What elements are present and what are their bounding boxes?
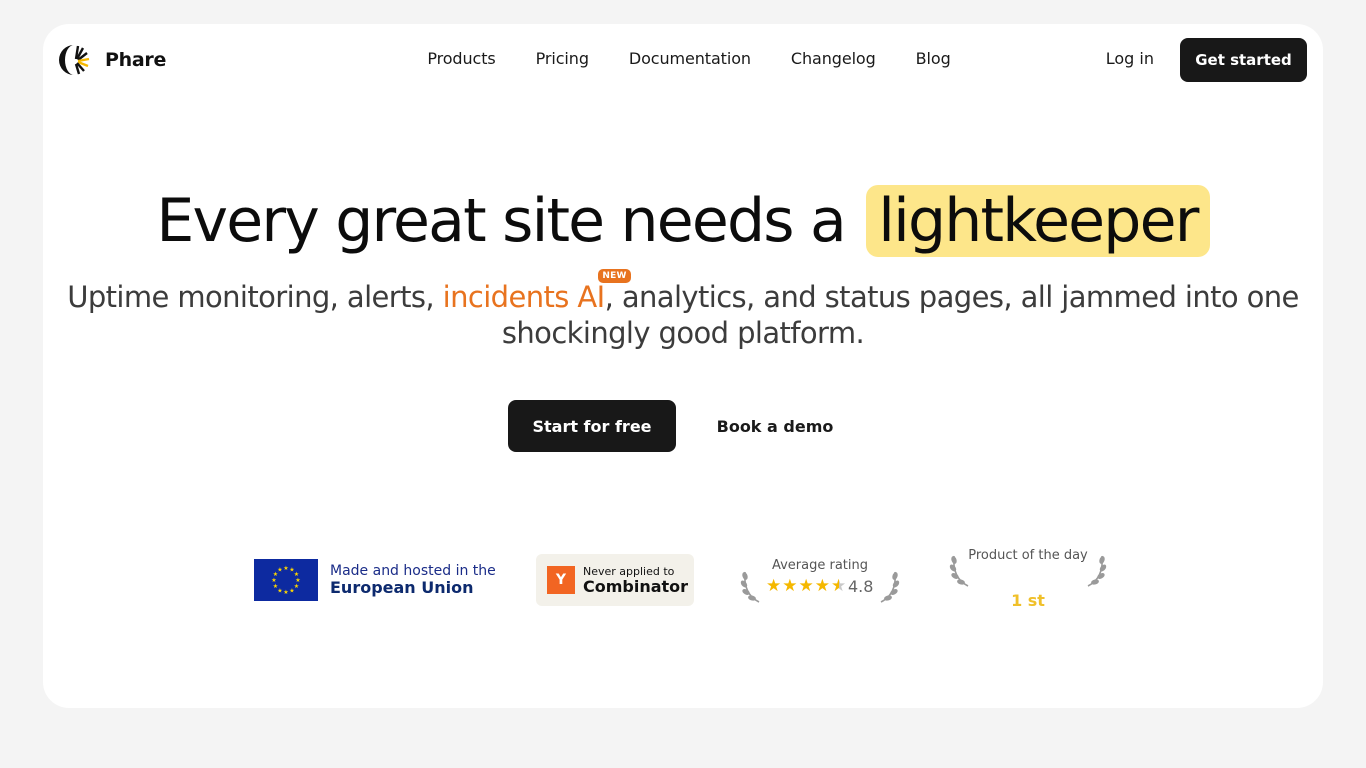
nav-link-pricing[interactable]: Pricing (516, 49, 609, 69)
nav-link-products[interactable]: Products (407, 49, 515, 69)
yc-badge-line2: Combinator (583, 576, 689, 596)
book-demo-button[interactable]: Book a demo (692, 400, 858, 452)
hero-card: Phare Products Pricing Documentation Cha… (43, 24, 1323, 708)
star-icon: ★ (782, 576, 798, 596)
headline-prefix: Every great site needs a (156, 186, 846, 256)
hero-headline: Every great site needs a lightkeeper (43, 181, 1323, 261)
eu-badge: ★ ★ ★ ★ ★ ★ ★ ★ ★ ★ ★ ★ Made and hosted … (254, 559, 496, 601)
yc-badge: Y Never applied to Combinator (536, 554, 694, 606)
nav-links: Products Pricing Documentation Changelog… (407, 49, 970, 69)
product-of-day-label: Product of the day (968, 548, 1088, 563)
product-of-day-rank: 1 st (1011, 591, 1045, 610)
lighthouse-beam-icon (59, 45, 90, 75)
star-icon: ★ (814, 576, 830, 596)
nav-link-documentation[interactable]: Documentation (609, 49, 771, 69)
product-of-day-badge: Product of the day 1 st (948, 548, 1108, 618)
rating-value: 4.8 (848, 577, 874, 596)
eu-badge-line2: European Union (330, 578, 474, 597)
headline-highlight: lightkeeper (866, 185, 1210, 257)
incidents-ai-text: incidents AI (442, 280, 606, 314)
incidents-ai-link[interactable]: incidents AI NEW (442, 269, 631, 314)
eu-badge-line1: Made and hosted in the (330, 563, 496, 579)
svg-text:★: ★ (289, 588, 294, 595)
subline-part2: , analytics, and status pages, all jamme… (501, 280, 1300, 350)
login-link[interactable]: Log in (1106, 49, 1154, 68)
svg-text:★: ★ (277, 567, 282, 574)
rating-label: Average rating (771, 558, 869, 573)
subline-part1: Uptime monitoring, alerts, (67, 280, 443, 314)
star-rating: ★ ★ ★ ★ ★ (766, 576, 846, 596)
trust-badges: ★ ★ ★ ★ ★ ★ ★ ★ ★ ★ ★ ★ Made and hosted … (43, 548, 1323, 618)
brand-logo[interactable]: Phare (58, 43, 166, 77)
svg-text:★: ★ (273, 583, 278, 590)
rating-badge: Average rating ★ ★ ★ ★ ★ 4.8 (739, 558, 901, 608)
half-star-icon: ★ (831, 576, 847, 596)
nav-link-blog[interactable]: Blog (896, 49, 971, 69)
star-icon: ★ (798, 576, 814, 596)
yc-badge-line1: Never applied to (583, 564, 675, 578)
svg-text:★: ★ (283, 565, 288, 572)
eu-flag-icon: ★ ★ ★ ★ ★ ★ ★ ★ ★ ★ ★ ★ (254, 559, 318, 601)
get-started-button[interactable]: Get started (1180, 38, 1307, 82)
new-badge: NEW (598, 269, 631, 283)
start-for-free-button[interactable]: Start for free (508, 400, 676, 452)
svg-text:★: ★ (271, 577, 276, 584)
svg-text:★: ★ (283, 589, 288, 596)
star-icon: ★ (766, 576, 782, 596)
nav-link-changelog[interactable]: Changelog (771, 49, 896, 69)
hero-subline: Uptime monitoring, alerts, incidents AI N… (43, 269, 1323, 351)
brand-name: Phare (105, 49, 167, 71)
cta-row: Start for free Book a demo (43, 400, 1323, 452)
yc-logo-icon: Y (547, 566, 575, 594)
